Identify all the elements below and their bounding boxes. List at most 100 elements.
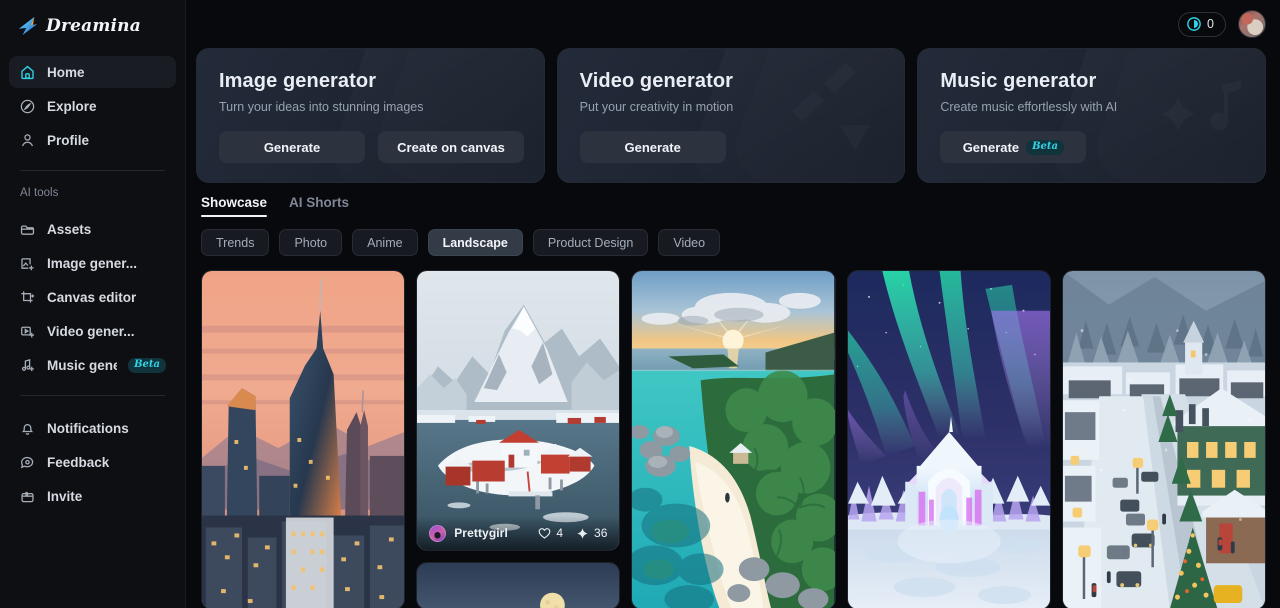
- hero-title: Video generator: [579, 70, 734, 92]
- sidebar-item-label: Invite: [47, 488, 83, 504]
- credits-value: 0: [1207, 17, 1214, 31]
- content: Image generator Turn your ideas into stu…: [186, 48, 1280, 608]
- gallery-card-moon-twilight[interactable]: [416, 562, 621, 608]
- sidebar-item-feedback[interactable]: Feedback: [9, 446, 176, 478]
- moon-twilight-art: [417, 563, 620, 608]
- main-area: 0 Image generator Turn your ideas into s…: [186, 0, 1280, 608]
- aurora-ice-palace-art: [847, 271, 1050, 608]
- card-caption: Prettygirl 4 36: [417, 516, 620, 550]
- compass-icon: [20, 99, 35, 113]
- chip-trends[interactable]: Trends: [201, 229, 270, 256]
- chip-video[interactable]: Video: [658, 229, 721, 256]
- beta-badge: Beta: [128, 357, 166, 373]
- credits-badge[interactable]: 0: [1178, 11, 1226, 37]
- gallery-card-tropical-beach-sunset[interactable]: [631, 270, 836, 608]
- sidebar-item-label: Feedback: [47, 454, 110, 470]
- chip-landscape[interactable]: Landscape: [427, 229, 523, 256]
- gallery-card-aurora-ice-palace[interactable]: [846, 270, 1051, 608]
- sparkles-count: 36: [594, 526, 608, 540]
- winter-christmas-village-art: [1062, 271, 1266, 608]
- likes-count: 4: [556, 526, 564, 540]
- sidebar-item-invite[interactable]: Invite: [9, 480, 176, 512]
- gift-icon: [21, 491, 34, 502]
- sidebar-primary-nav: Home Explore Profile: [9, 56, 176, 158]
- gallery-column: [631, 270, 836, 608]
- sparkle-icon: [577, 527, 588, 539]
- sidebar-item-label: Canvas editor: [47, 289, 137, 305]
- hero-title: Music generator: [940, 70, 1097, 92]
- sidebar-item-label: Explore: [47, 98, 97, 114]
- gallery-card-snowy-fjord-village[interactable]: Prettygirl 4 36: [416, 270, 621, 551]
- sidebar-divider-top: [20, 170, 165, 171]
- sidebar-item-video-generator[interactable]: Video gener...: [9, 315, 176, 347]
- music-plus-icon: [21, 358, 34, 371]
- snowy-fjord-village-art: [417, 271, 620, 550]
- hero-buttons: Generate: [579, 131, 883, 163]
- video-plus-icon: [21, 326, 35, 337]
- sidebar-divider-bottom: [20, 395, 165, 396]
- generate-button[interactable]: Generate: [579, 131, 726, 163]
- chip-anime[interactable]: Anime: [352, 229, 418, 256]
- generate-button[interactable]: Generate Beta: [940, 131, 1087, 163]
- tab-bar: Showcase AI Shorts: [196, 195, 1266, 217]
- generate-button[interactable]: Generate: [219, 131, 365, 163]
- chip-product-design[interactable]: Product Design: [532, 229, 649, 256]
- tab-ai-shorts[interactable]: AI Shorts: [289, 195, 349, 217]
- card-stats: 4 36: [538, 526, 607, 540]
- tab-showcase[interactable]: Showcase: [201, 195, 268, 217]
- folder-icon: [20, 224, 35, 235]
- hero-subtitle: Create music effortlessly with AI: [940, 100, 1118, 114]
- tropical-beach-sunset-art: [632, 271, 835, 608]
- sidebar: Dreamina Home Explore Profile AI tools A…: [0, 0, 186, 608]
- crop-plus-icon: [21, 290, 35, 303]
- gallery-grid: Prettygirl 4 36: [196, 270, 1266, 608]
- create-on-canvas-button[interactable]: Create on canvas: [378, 131, 524, 163]
- sidebar-item-canvas-editor[interactable]: Canvas editor: [9, 281, 176, 313]
- author-name: Prettygirl: [454, 526, 508, 540]
- sidebar-item-label: Notifications: [47, 420, 129, 436]
- hero-card-video-generator[interactable]: Video generator Put your creativity in m…: [556, 48, 906, 183]
- hero-subtitle: Put your creativity in motion: [579, 100, 734, 114]
- coin-icon: [1187, 17, 1201, 31]
- author-avatar: [429, 524, 447, 542]
- app-root: Dreamina Home Explore Profile AI tools A…: [0, 0, 1280, 608]
- sidebar-item-explore[interactable]: Explore: [9, 90, 176, 122]
- hero-subtitle: Turn your ideas into stunning images: [219, 100, 424, 114]
- gallery-card-winter-christmas-village[interactable]: [1061, 270, 1266, 608]
- beta-badge: Beta: [1026, 139, 1064, 155]
- sidebar-item-profile[interactable]: Profile: [9, 124, 176, 156]
- chip-photo[interactable]: Photo: [279, 229, 343, 256]
- image-plus-icon: [21, 257, 34, 270]
- sidebar-section-label: AI tools: [20, 187, 59, 199]
- hero-buttons: Generate Create on canvas: [219, 131, 524, 163]
- sidebar-item-notifications[interactable]: Notifications: [9, 412, 176, 444]
- sidebar-item-label: Profile: [47, 132, 90, 148]
- gallery-column: Prettygirl 4 36: [416, 270, 621, 608]
- hero-cards: Image generator Turn your ideas into stu…: [196, 48, 1267, 183]
- brand-name: Dreamina: [46, 16, 141, 36]
- sidebar-item-home[interactable]: Home: [9, 56, 176, 88]
- hero-card-music-generator[interactable]: Music generator Create music effortlessl…: [917, 48, 1267, 183]
- sidebar-item-label: Image gener...: [47, 255, 138, 271]
- chat-icon: [20, 456, 34, 468]
- avatar[interactable]: [1238, 10, 1266, 38]
- filter-chips: Trends Photo Anime Landscape Product Des…: [196, 229, 1266, 256]
- sidebar-item-music-generator[interactable]: Music gener... Beta: [9, 349, 176, 381]
- hero-buttons: Generate Beta: [940, 131, 1243, 163]
- sidebar-tools-nav: Assets Image gener... Canvas editor Vide…: [9, 213, 176, 383]
- generate-label: Generate: [962, 139, 1020, 155]
- bell-icon: [21, 423, 34, 435]
- home-icon: [21, 65, 34, 79]
- sidebar-item-label: Video gener...: [47, 323, 135, 339]
- gallery-card-city-skyline-sunset[interactable]: [201, 270, 406, 608]
- dreamina-swoosh-icon: [18, 16, 38, 36]
- sidebar-item-assets[interactable]: Assets: [9, 213, 176, 245]
- sidebar-item-label: Home: [47, 64, 85, 80]
- likes-stat: 4: [538, 526, 563, 540]
- gallery-column: [1061, 270, 1266, 608]
- sparkles-stat: 36: [576, 526, 607, 540]
- brand-logo[interactable]: Dreamina: [9, 2, 176, 50]
- sidebar-item-image-generator[interactable]: Image gener...: [9, 247, 176, 279]
- hero-title: Image generator: [219, 70, 377, 92]
- hero-card-image-generator[interactable]: Image generator Turn your ideas into stu…: [196, 48, 545, 183]
